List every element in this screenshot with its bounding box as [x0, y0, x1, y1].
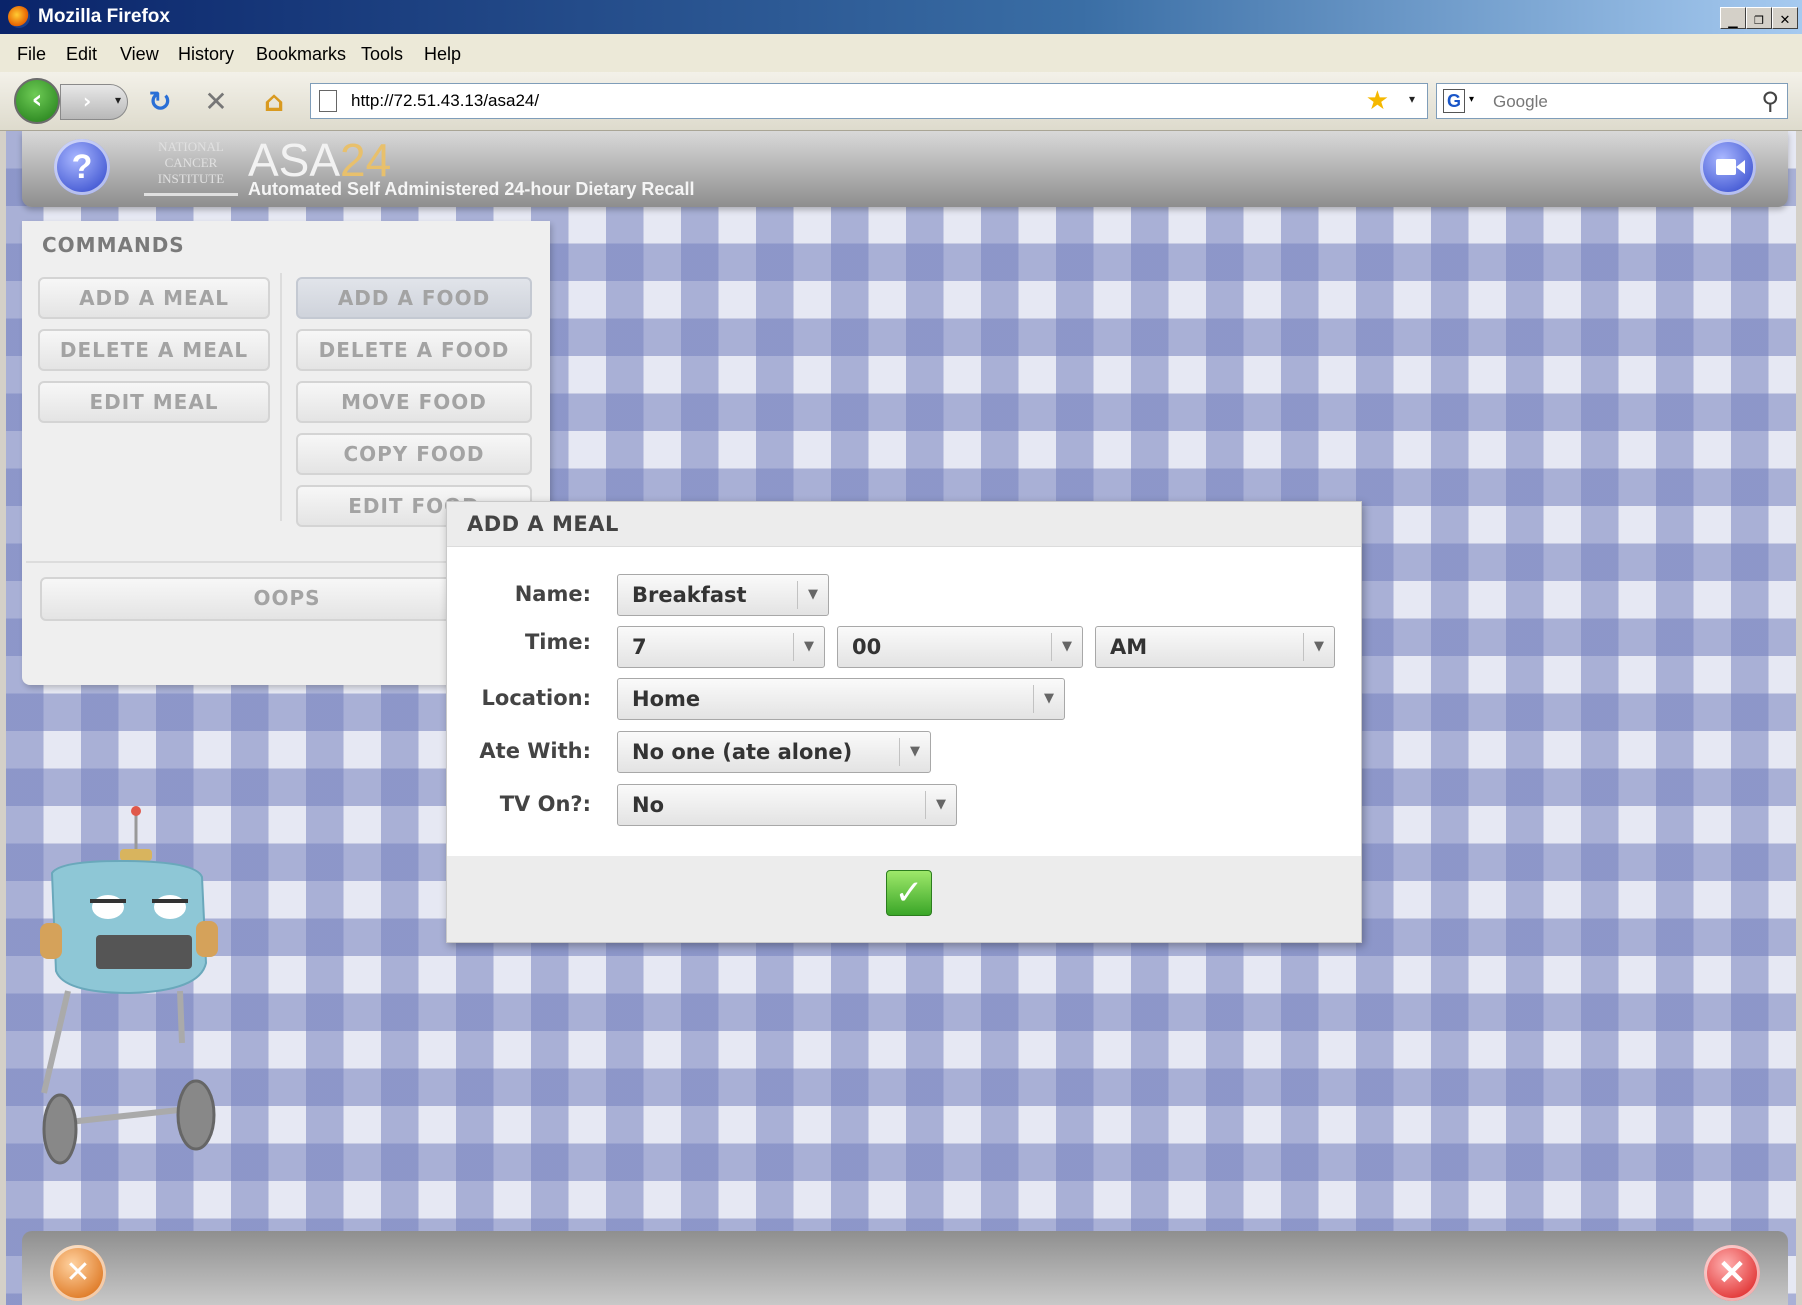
- history-dropdown-icon[interactable]: ▾: [115, 93, 121, 107]
- checkmark-icon: ✓: [894, 873, 924, 913]
- chevron-down-icon: ▼: [1033, 685, 1064, 713]
- window-title: Mozilla Firefox: [38, 6, 170, 27]
- delete-meal-button[interactable]: DELETE A MEAL: [38, 329, 270, 371]
- location-select[interactable]: Home ▼: [617, 678, 1065, 720]
- window-titlebar[interactable]: Mozilla Firefox _ ❐ ✕: [0, 0, 1802, 34]
- add-meal-dialog: ADD A MEAL Name: Breakfast ▼ Time: 7 ▼ 0…: [446, 501, 1362, 943]
- tv-on-label: TV On?:: [499, 792, 591, 816]
- minute-select[interactable]: 00 ▼: [837, 626, 1083, 668]
- url-text[interactable]: http://72.51.43.13/asa24/: [351, 91, 539, 111]
- chevron-down-icon: ▼: [797, 581, 828, 609]
- robot-mascot: [40, 806, 218, 1165]
- move-food-button[interactable]: MOVE FOOD: [296, 381, 532, 423]
- add-meal-button[interactable]: ADD A MEAL: [38, 277, 270, 319]
- edit-meal-button[interactable]: EDIT MEAL: [38, 381, 270, 423]
- engine-dropdown-icon[interactable]: ▾: [1469, 94, 1474, 105]
- chevron-down-icon: ▼: [1303, 633, 1334, 661]
- hour-value: 7: [632, 635, 647, 659]
- dialog-title: ADD A MEAL: [467, 512, 619, 536]
- nci-logo: NATIONAL CANCER INSTITUTE: [144, 139, 238, 196]
- chevron-down-icon: ▼: [899, 738, 930, 766]
- bookmark-star-icon[interactable]: ★: [1366, 86, 1389, 116]
- name-label: Name:: [514, 582, 591, 606]
- dialog-header: ADD A MEAL: [447, 502, 1361, 547]
- menu-bookmarks[interactable]: Bookmarks: [256, 44, 346, 65]
- meal-name-value: Breakfast: [632, 583, 747, 607]
- home-icon[interactable]: ⌂: [256, 84, 292, 120]
- confirm-button[interactable]: ✓: [886, 870, 932, 916]
- commands-divider: [280, 273, 282, 521]
- menu-history[interactable]: History: [178, 44, 234, 65]
- stop-icon[interactable]: ✕: [198, 84, 234, 120]
- back-arrow-icon: ‹: [31, 85, 43, 115]
- page-icon: [319, 90, 337, 112]
- wrench-icon: ✕: [65, 1255, 91, 1290]
- chevron-down-icon: ▼: [793, 633, 824, 661]
- ate-with-select[interactable]: No one (ate alone) ▼: [617, 731, 931, 773]
- forward-button[interactable]: › ▾: [60, 84, 128, 120]
- search-icon[interactable]: ⚲: [1761, 87, 1779, 115]
- search-input[interactable]: Google: [1493, 92, 1548, 112]
- menu-file[interactable]: File: [17, 44, 46, 65]
- tv-on-value: No: [632, 793, 665, 817]
- minimize-button[interactable]: _: [1720, 7, 1746, 29]
- firefox-icon: [8, 6, 30, 28]
- commands-heading: COMMANDS: [42, 233, 185, 257]
- close-app-button[interactable]: ✕: [1704, 1245, 1760, 1301]
- ate-with-value: No one (ate alone): [632, 740, 853, 764]
- ate-with-label: Ate With:: [479, 739, 591, 763]
- reload-icon[interactable]: ↻: [142, 84, 178, 120]
- app-header: ? NATIONAL CANCER INSTITUTE ASA24 Automa…: [22, 131, 1788, 207]
- time-label: Time:: [524, 630, 591, 654]
- minute-value: 00: [852, 635, 882, 659]
- menu-tools[interactable]: Tools: [361, 44, 403, 65]
- location-value: Home: [632, 687, 701, 711]
- url-bar[interactable]: http://72.51.43.13/asa24/ ★ ▾: [310, 83, 1428, 119]
- forward-arrow-icon: ›: [83, 89, 92, 113]
- video-camera-lens: [1736, 160, 1745, 174]
- delete-food-button[interactable]: DELETE A FOOD: [296, 329, 532, 371]
- video-camera-icon: [1716, 159, 1736, 175]
- close-icon: ✕: [1717, 1254, 1747, 1292]
- add-food-button[interactable]: ADD A FOOD: [296, 277, 532, 319]
- hour-select[interactable]: 7 ▼: [617, 626, 825, 668]
- menu-bar: File Edit View History Bookmarks Tools H…: [0, 34, 1802, 73]
- ampm-select[interactable]: AM ▼: [1095, 626, 1335, 668]
- app-subtitle: Automated Self Administered 24-hour Diet…: [248, 179, 695, 199]
- back-button[interactable]: ‹: [14, 78, 60, 124]
- meal-name-select[interactable]: Breakfast ▼: [617, 574, 829, 616]
- chevron-down-icon: ▼: [1051, 633, 1082, 661]
- copy-food-button[interactable]: COPY FOOD: [296, 433, 532, 475]
- help-button[interactable]: ?: [54, 139, 110, 195]
- ampm-value: AM: [1110, 635, 1148, 659]
- search-bar[interactable]: G ▾ Google ⚲: [1436, 83, 1788, 119]
- chevron-down-icon: ▼: [925, 791, 956, 819]
- page-content: ? NATIONAL CANCER INSTITUTE ASA24 Automa…: [6, 131, 1796, 1305]
- menu-help[interactable]: Help: [424, 44, 461, 65]
- video-button[interactable]: [1700, 139, 1756, 195]
- restore-button[interactable]: ❐: [1746, 7, 1772, 29]
- url-dropdown-icon[interactable]: ▾: [1409, 92, 1415, 106]
- close-window-button[interactable]: ✕: [1772, 7, 1798, 29]
- location-label: Location:: [481, 686, 591, 710]
- menu-edit[interactable]: Edit: [66, 44, 97, 65]
- menu-view[interactable]: View: [120, 44, 159, 65]
- tools-button[interactable]: ✕: [50, 1245, 106, 1301]
- app-footer: ✕ ✕: [22, 1231, 1788, 1305]
- search-engine-icon[interactable]: G: [1443, 89, 1465, 113]
- tv-on-select[interactable]: No ▼: [617, 784, 957, 826]
